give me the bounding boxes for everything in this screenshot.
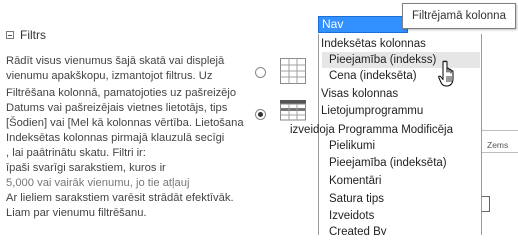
- description-line: Liam par vienumu filtrēšanu.: [6, 207, 147, 219]
- option-content-type[interactable]: Satura tips: [329, 191, 384, 207]
- description-details: Filtrēšana kolonnā, pamatojoties uz pašr…: [6, 86, 254, 221]
- background-divider: [479, 152, 518, 153]
- option-created-by[interactable]: Created By: [329, 224, 387, 235]
- show-all-items-radio[interactable]: [255, 67, 266, 78]
- background-select-edge: [482, 196, 490, 212]
- filter-section-header: Filtrs: [6, 28, 46, 42]
- description-line: Indeksētas kolonnas pirmajā klauzulā sec…: [6, 132, 225, 144]
- collapse-icon[interactable]: [6, 31, 14, 39]
- description-line: [Šodien] vai [Mel kā kolonnas vērtība. L…: [6, 117, 244, 129]
- option-group-application: Lietojumprogrammu: [321, 105, 424, 117]
- section-title: Filtrs: [20, 28, 46, 42]
- option-price-indexed[interactable]: Cena (indeksēta): [329, 68, 417, 84]
- background-fragment-text: Zems: [487, 140, 509, 150]
- table-grid-icon: [280, 58, 306, 84]
- description-intro: Rādīt visus vienumus šajā skatā vai disp…: [6, 54, 254, 84]
- hand-cursor-icon: [438, 60, 454, 87]
- description-line: 5,000 vai vairāk vienumu, jo tie atļauj: [6, 177, 190, 189]
- description-line: Ar lieliem sarakstiem varēsit strādāt ef…: [6, 192, 234, 204]
- filtered-table-icon: [280, 100, 306, 121]
- description-line: Rādīt visus vienumus šajā skatā vai disp…: [6, 55, 225, 67]
- description-line: Filtrēšana kolonnā, pamatojoties uz pašr…: [6, 87, 237, 99]
- option-comments[interactable]: Komentāri: [329, 173, 381, 189]
- option-attachments[interactable]: Pielikumi: [329, 138, 375, 154]
- option-modified-by-overflow[interactable]: izveidoja Programma Modificēja: [290, 124, 453, 136]
- option-group-all-columns: Visas kolonnas: [321, 88, 399, 100]
- background-divider: [479, 130, 518, 131]
- description-line: vienumu apakškopu, izmantojot filtrus. U…: [6, 70, 213, 82]
- filter-column-select[interactable]: Nav: [318, 16, 408, 33]
- option-group-indexed: Indeksētas kolonnas: [321, 38, 426, 50]
- description-line: , lai paātrinātu skatu. Filtri ir:: [6, 147, 146, 159]
- option-created[interactable]: Izveidots: [329, 208, 374, 224]
- option-availability-indexed[interactable]: Pieejamība (indeksēta): [329, 155, 447, 171]
- description-line: īpaši svarīgi sarakstiem, kuros ir: [6, 162, 166, 174]
- show-filtered-items-radio[interactable]: [255, 109, 266, 120]
- description-line: Datums vai pašreizējais vietnes lietotāj…: [6, 102, 228, 114]
- column-tooltip: Filtrējamā kolonna: [402, 3, 516, 29]
